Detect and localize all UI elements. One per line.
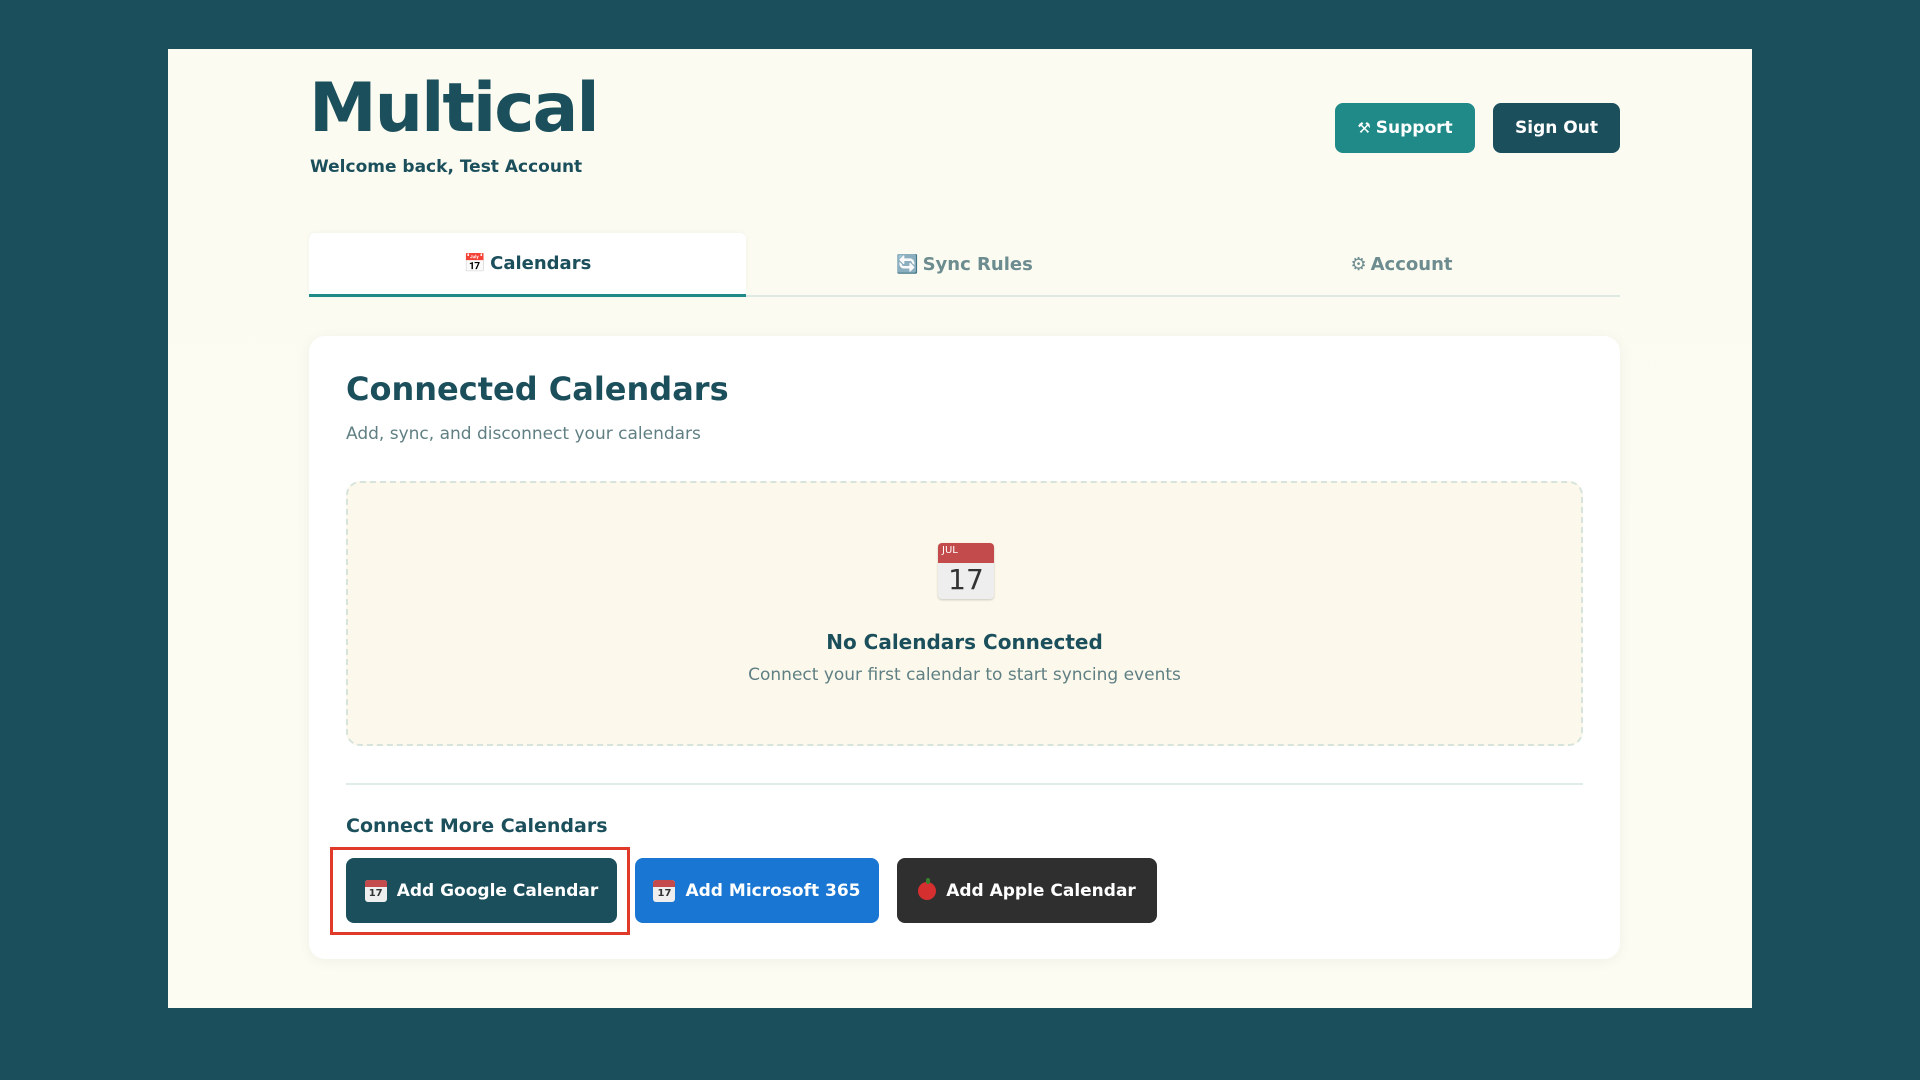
tab-sync-rules[interactable]: 🔄 Sync Rules — [746, 233, 1183, 295]
support-button[interactable]: ⚒ Support — [1335, 103, 1475, 153]
support-label: Support — [1375, 118, 1453, 138]
connected-calendars-card: Connected Calendars Add, sync, and disco… — [309, 336, 1620, 959]
add-microsoft-365-button[interactable]: 17 Add Microsoft 365 — [635, 858, 879, 923]
section-subtitle: Add, sync, and disconnect your calendars — [346, 424, 701, 444]
tab-label: Sync Rules — [922, 253, 1033, 275]
add-apple-calendar-button[interactable]: Add Apple Calendar — [897, 858, 1157, 923]
page-container: Multical Welcome back, Test Account ⚒ Su… — [309, 49, 1620, 1008]
tab-account[interactable]: ⚙ Account — [1183, 233, 1620, 295]
divider — [346, 783, 1583, 785]
calendar-icon-month: JUL — [938, 543, 994, 563]
empty-state-subtitle: Connect your first calendar to start syn… — [748, 665, 1181, 685]
tab-bar: 📅 Calendars 🔄 Sync Rules ⚙ Account — [309, 233, 1620, 297]
calendar-icon: 📅 — [463, 253, 487, 274]
gear-icon: ⚙ — [1350, 253, 1367, 275]
welcome-text: Welcome back, Test Account — [310, 157, 583, 177]
connect-more-title: Connect More Calendars — [346, 815, 608, 837]
calendar-icon: JUL 17 — [938, 543, 994, 599]
add-google-calendar-button[interactable]: 17 Add Google Calendar — [346, 858, 617, 923]
tab-label: Account — [1370, 253, 1453, 275]
section-title: Connected Calendars — [346, 370, 729, 408]
empty-state: JUL 17 No Calendars Connected Connect yo… — [346, 481, 1583, 746]
sync-icon: 🔄 — [896, 253, 919, 275]
button-label: Add Microsoft 365 — [685, 880, 861, 901]
tools-icon: ⚒ — [1357, 119, 1371, 137]
app-window: Multical Welcome back, Test Account ⚒ Su… — [168, 49, 1752, 1008]
calendar-icon-day: 17 — [948, 563, 984, 596]
tab-calendars[interactable]: 📅 Calendars — [309, 233, 746, 297]
button-label: Add Google Calendar — [396, 880, 599, 901]
sign-out-button[interactable]: Sign Out — [1493, 103, 1620, 153]
empty-state-title: No Calendars Connected — [826, 630, 1103, 654]
tab-label: Calendars — [490, 253, 592, 274]
calendar-icon: 17 — [653, 879, 676, 902]
apple-icon — [918, 877, 937, 900]
calendar-icon: 17 — [364, 879, 387, 902]
app-logo: Multical — [309, 69, 600, 148]
button-label: Add Apple Calendar — [946, 880, 1136, 901]
